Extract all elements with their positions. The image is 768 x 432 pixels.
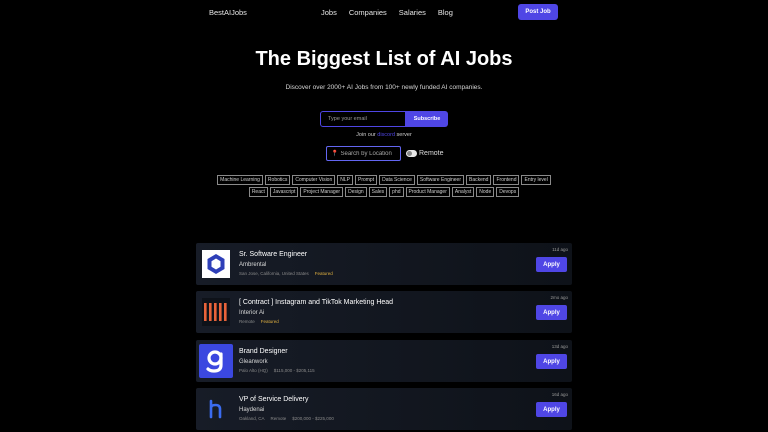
- location-search: 📍: [326, 146, 401, 161]
- job-age: 11d ago: [552, 247, 568, 252]
- tag-product-manager[interactable]: Product Manager: [405, 187, 450, 197]
- apply-button[interactable]: Apply: [536, 354, 567, 369]
- tag-analyst[interactable]: Analyst: [451, 187, 475, 197]
- remote-toggle[interactable]: [406, 150, 417, 157]
- tag-machine-learning[interactable]: Machine Learning: [217, 175, 263, 185]
- tag-software-engineer[interactable]: Software Engineer: [416, 175, 464, 185]
- remote-label: Remote: [419, 150, 444, 157]
- apply-button[interactable]: Apply: [536, 257, 567, 272]
- h-logo-icon: [202, 395, 230, 423]
- job-meta: San Jose, California, United States Feat…: [239, 271, 333, 276]
- job-title[interactable]: [ Contract ] Instagram and TikTok Market…: [239, 299, 393, 306]
- email-field[interactable]: [320, 111, 406, 127]
- job-location: Remote: [239, 319, 255, 324]
- job-age: 2mo ago: [550, 295, 568, 300]
- job-meta: Palo Alto (HQ) $115,000 - $205,115: [239, 368, 315, 373]
- tag-project-manager[interactable]: Project Manager: [300, 187, 344, 197]
- job-company: Interior Ai: [239, 310, 265, 316]
- bars-logo-icon: [202, 298, 230, 326]
- apply-button[interactable]: Apply: [536, 402, 567, 417]
- tag-data-science[interactable]: Data Science: [379, 175, 415, 185]
- tag-sales[interactable]: Sales: [368, 187, 388, 197]
- tag-frontend[interactable]: Frontend: [493, 175, 520, 185]
- nav-link-jobs[interactable]: Jobs: [321, 8, 337, 17]
- job-company: Gleanwork: [239, 359, 268, 365]
- tag-row-2: React Javascript Project Manager Design …: [190, 187, 578, 197]
- tag-design[interactable]: Design: [345, 187, 367, 197]
- post-job-button[interactable]: Post Job: [518, 4, 558, 20]
- tag-nlp[interactable]: NLP: [337, 175, 353, 185]
- page-title: The Biggest List of AI Jobs: [255, 48, 513, 70]
- job-title[interactable]: VP of Service Delivery: [239, 396, 309, 403]
- job-card[interactable]: VP of Service Delivery Haydenai Oakland,…: [196, 388, 572, 430]
- job-meta: Oakland, CA Remote $200,000 - $225,000: [239, 416, 334, 421]
- toggle-knob: [407, 151, 412, 156]
- featured-badge: Featured: [314, 271, 333, 276]
- nav-link-blog[interactable]: Blog: [438, 8, 453, 17]
- subscribe-form: Subscribe: [320, 111, 448, 127]
- featured-badge: Featured: [260, 319, 279, 324]
- job-title[interactable]: Sr. Software Engineer: [239, 251, 307, 258]
- page-subtitle: Discover over 2000+ AI Jobs from 100+ ne…: [285, 84, 483, 91]
- apply-button[interactable]: Apply: [536, 305, 567, 320]
- job-age: 16d ago: [551, 392, 568, 397]
- job-title[interactable]: Brand Designer: [239, 348, 288, 355]
- job-location: Oakland, CA: [239, 416, 265, 421]
- location-pin-icon: 📍: [331, 151, 339, 157]
- tag-prompt[interactable]: Prompt: [354, 175, 378, 185]
- join-suffix: server: [396, 132, 412, 138]
- job-salary: $115,000 - $205,115: [273, 368, 315, 373]
- site-logo[interactable]: BestAIJobs: [209, 8, 247, 17]
- job-age: 13d ago: [551, 344, 568, 349]
- discord-link[interactable]: discord: [377, 132, 395, 138]
- join-prefix: Join our: [356, 132, 376, 138]
- join-discord-text: Join our discord server: [0, 132, 768, 138]
- job-company: Haydenai: [239, 407, 265, 413]
- tag-entry-level[interactable]: Entry level: [521, 175, 551, 185]
- job-location: San Jose, California, United States: [239, 271, 309, 276]
- job-location: Palo Alto (HQ): [239, 368, 268, 373]
- g-logo-icon: [199, 344, 233, 378]
- job-location-remote: Remote: [270, 416, 287, 421]
- top-nav: BestAIJobs Jobs Companies Salaries Blog …: [0, 0, 768, 26]
- tag-row-1: Machine Learning Robotics Computer Visio…: [190, 175, 578, 185]
- job-meta: Remote Featured: [239, 319, 279, 324]
- tag-node[interactable]: Node: [476, 187, 495, 197]
- subscribe-button[interactable]: Subscribe: [406, 111, 448, 127]
- tag-react[interactable]: React: [248, 187, 268, 197]
- nav-links: Jobs Companies Salaries Blog: [321, 8, 453, 17]
- tag-phd[interactable]: phd: [389, 187, 404, 197]
- tag-devops[interactable]: Devops: [496, 187, 520, 197]
- hexagon-logo-icon: [202, 250, 230, 278]
- job-card[interactable]: Brand Designer Gleanwork Palo Alto (HQ) …: [196, 340, 572, 382]
- job-card[interactable]: [ Contract ] Instagram and TikTok Market…: [196, 291, 572, 333]
- tag-computer-vision[interactable]: Computer Vision: [292, 175, 336, 185]
- job-salary: $200,000 - $225,000: [292, 416, 334, 421]
- location-input[interactable]: [340, 150, 401, 157]
- nav-link-salaries[interactable]: Salaries: [399, 8, 426, 17]
- job-card[interactable]: Sr. Software Engineer Ambrental San Jose…: [196, 243, 572, 285]
- job-company: Ambrental: [239, 262, 267, 268]
- tag-robotics[interactable]: Robotics: [264, 175, 291, 185]
- tag-backend[interactable]: Backend: [466, 175, 492, 185]
- nav-link-companies[interactable]: Companies: [349, 8, 387, 17]
- tag-javascript[interactable]: Javascript: [269, 187, 299, 197]
